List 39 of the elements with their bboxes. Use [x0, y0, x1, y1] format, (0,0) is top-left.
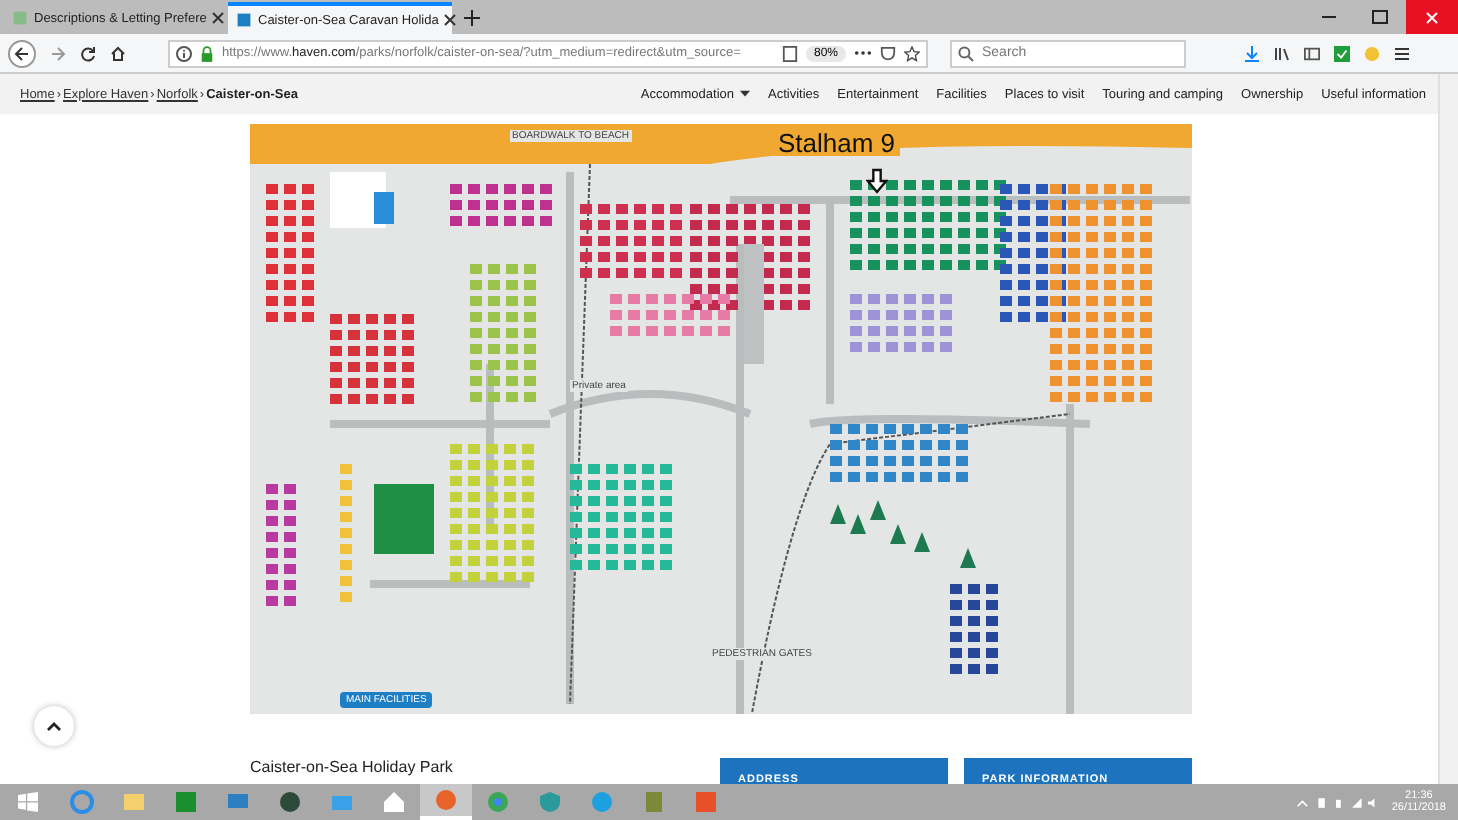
more-icon[interactable]	[854, 50, 872, 56]
start-icon[interactable]	[18, 792, 38, 812]
close-icon	[1426, 11, 1438, 23]
close-icon[interactable]	[444, 14, 457, 26]
restore-icon[interactable]	[1372, 10, 1388, 24]
home-icon[interactable]	[110, 45, 126, 61]
scroll-top-button[interactable]	[34, 706, 74, 746]
new-tab-icon[interactable]	[464, 10, 480, 26]
reader-icon[interactable]	[781, 45, 798, 61]
back-arrow-icon	[14, 45, 30, 61]
home-icon	[382, 790, 406, 814]
shield-icon	[538, 790, 562, 814]
forward-icon[interactable]	[50, 45, 66, 61]
chevron-up-icon	[46, 718, 62, 734]
sidebar-icon[interactable]	[1304, 45, 1320, 61]
page-icon	[236, 12, 252, 28]
close-window-button[interactable]	[1406, 0, 1458, 34]
menu-icon[interactable]	[1394, 45, 1410, 61]
tray-icons[interactable]	[1295, 795, 1376, 809]
park-title: Caister-on-Sea Holiday Park	[250, 758, 453, 780]
page-icon	[12, 10, 28, 26]
map-annotation: Stalham 9	[774, 130, 900, 156]
ring-icon	[70, 790, 94, 814]
close-icon[interactable]	[212, 12, 225, 24]
disc-icon	[278, 790, 302, 814]
down-arrow-icon	[866, 168, 888, 194]
download-icon[interactable]	[1244, 45, 1260, 61]
star-icon[interactable]	[904, 45, 920, 61]
pocket-icon[interactable]	[880, 45, 896, 61]
taskbar-button[interactable]	[420, 784, 472, 820]
lock-icon	[200, 45, 214, 61]
scrollbar[interactable]	[1438, 74, 1458, 784]
caret-icon	[740, 90, 750, 98]
circle-icon	[486, 790, 510, 814]
reload-icon[interactable]	[80, 45, 96, 61]
check-icon[interactable]	[1334, 45, 1350, 61]
back-button[interactable]	[8, 39, 36, 67]
info-icon	[176, 45, 192, 61]
library-icon[interactable]	[1274, 45, 1290, 61]
